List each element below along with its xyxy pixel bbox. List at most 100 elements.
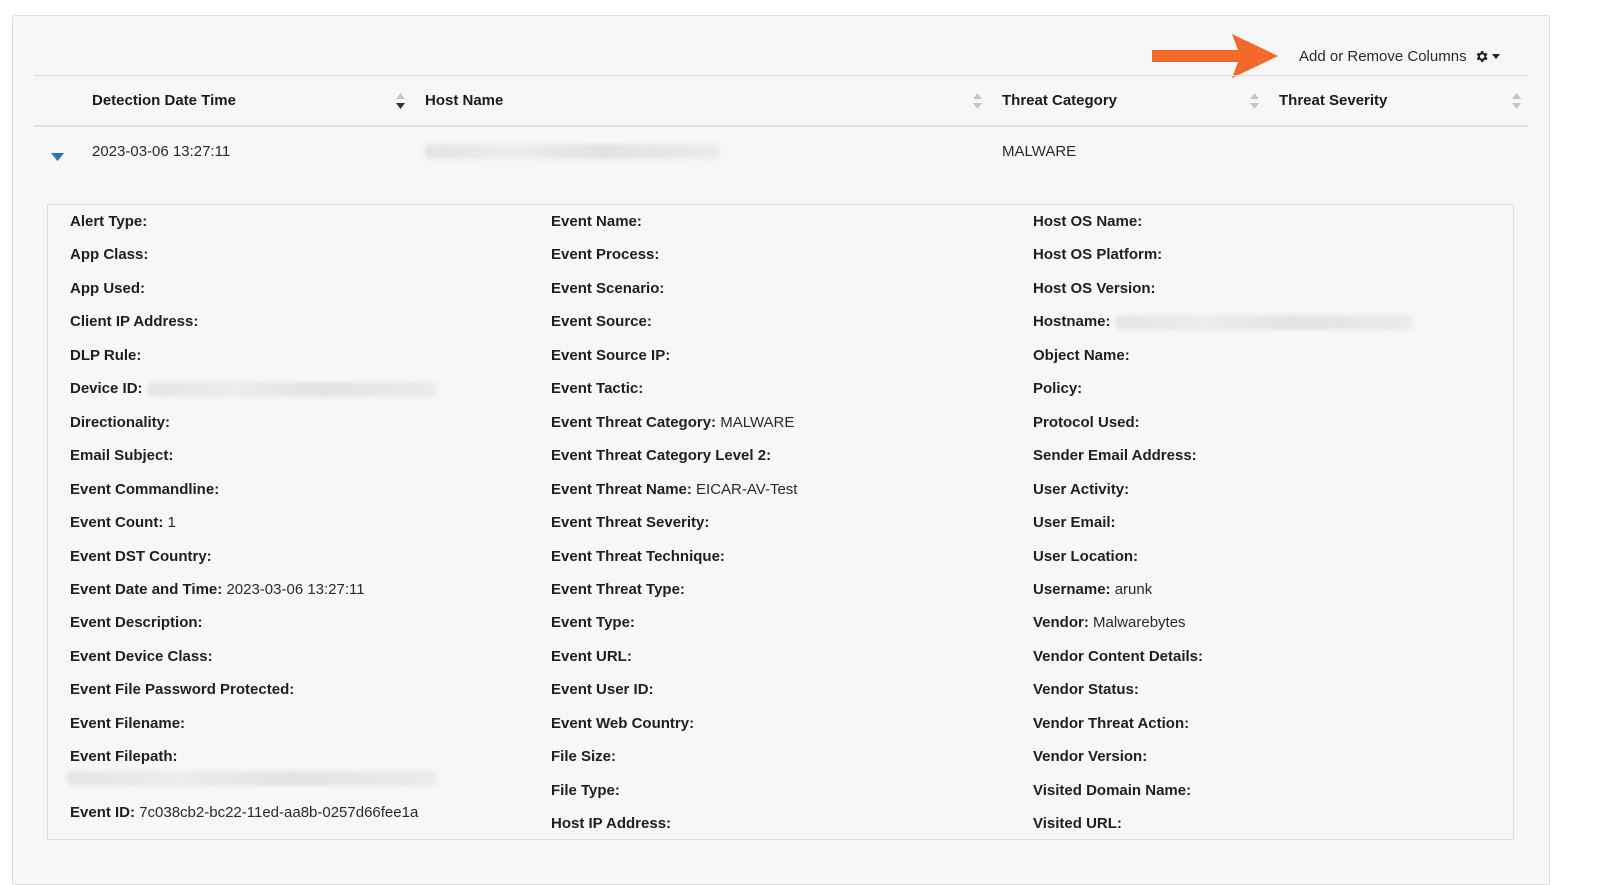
detail-label: DLP Rule: [70, 347, 142, 364]
detail-hostname: Hostname: [1033, 313, 1111, 330]
detail-visited-domain-name: Visited Domain Name: [1033, 782, 1191, 799]
detail-event-device-class: Event Device Class: [70, 648, 213, 665]
detail-label: Event Threat Category Level 2: [551, 447, 772, 464]
detail-label: Visited Domain Name: [1033, 782, 1192, 799]
detail-label: Alert Type: [70, 213, 148, 230]
detail-label: User Location: [1033, 548, 1139, 565]
detail-event-filepath: Event Filepath: [70, 748, 178, 765]
detail-label: Vendor Status: [1033, 681, 1139, 698]
detail-event-count: Event Count: 1 [70, 514, 176, 531]
detail-policy: Policy: [1033, 380, 1082, 397]
detail-label: Event Threat Technique: [551, 548, 725, 565]
detail-value: 7c038cb2-bc22-11ed-aa8b-0257d66fee1a [139, 804, 419, 821]
detail-label: Visited URL: [1033, 815, 1122, 832]
detail-visited-url: Visited URL: [1033, 815, 1122, 832]
detail-label: Device ID: [70, 380, 143, 397]
sort-icon[interactable] [1512, 93, 1521, 109]
redacted-hostname [1115, 315, 1413, 330]
redacted-device-id [147, 382, 437, 397]
detail-label: Event Web Country: [551, 715, 695, 732]
header-detection-date-time[interactable]: Detection Date Time [92, 92, 236, 109]
detail-label: Username: [1033, 581, 1111, 598]
detail-event-threat-name: Event Threat Name: EICAR-AV-Test [551, 481, 797, 498]
redacted-event-filepath [66, 771, 438, 786]
detail-value: EICAR-AV-Test [696, 481, 798, 498]
caret-down-icon [1491, 53, 1500, 59]
detail-user-activity: User Activity: [1033, 481, 1129, 498]
detail-label: Event Commandline: [70, 481, 220, 498]
detail-username: Username: arunk [1033, 581, 1152, 598]
detail-host-os-name: Host OS Name: [1033, 213, 1142, 230]
detail-vendor-threat-action: Vendor Threat Action: [1033, 715, 1189, 732]
detail-label: Object Name: [1033, 347, 1130, 364]
detail-event-threat-category: Event Threat Category: MALWARE [551, 414, 794, 431]
detail-label: Event Type: [551, 614, 635, 631]
detail-label: Event Name: [551, 213, 642, 230]
detail-file-size: File Size: [551, 748, 616, 765]
table-header-border [34, 125, 1528, 127]
detail-label: Vendor Content Details: [1033, 648, 1204, 665]
detail-label: App Used: [70, 280, 145, 297]
detail-event-process: Event Process: [551, 246, 659, 263]
detail-event-dst-country: Event DST Country: [70, 548, 212, 565]
detail-vendor: Vendor: Malwarebytes [1033, 614, 1186, 631]
detail-event-url: Event URL: [551, 648, 632, 665]
detail-label: Sender Email Address: [1033, 447, 1197, 464]
detail-label: Vendor Version: [1033, 748, 1148, 765]
detail-event-source-ip: Event Source IP: [551, 347, 670, 364]
header-threat-category[interactable]: Threat Category [1002, 92, 1117, 109]
detail-value: Malwarebytes [1093, 614, 1186, 631]
detail-host-os-platform: Host OS Platform: [1033, 246, 1162, 263]
detail-event-date-and-time: Event Date and Time: 2023-03-06 13:27:11 [70, 581, 365, 598]
detail-event-threat-severity: Event Threat Severity: [551, 514, 709, 531]
detail-label: Client IP Address: [70, 313, 199, 330]
detail-event-tactic: Event Tactic: [551, 380, 643, 397]
detail-alert-type: Alert Type: [70, 213, 147, 230]
detail-label: File Type: [551, 782, 620, 799]
detail-value: 1 [167, 514, 176, 531]
detail-label: Event Date and Time: [70, 581, 223, 598]
detail-label: Event Device Class: [70, 648, 213, 665]
detail-label: Event Process: [551, 246, 660, 263]
detail-label: Email Subject: [70, 447, 174, 464]
sort-icon[interactable] [973, 93, 982, 109]
detail-label: File Size: [551, 748, 617, 765]
header-threat-severity[interactable]: Threat Severity [1279, 92, 1387, 109]
detail-app-class: App Class: [70, 246, 148, 263]
detail-event-source: Event Source: [551, 313, 652, 330]
row-expand-toggle-icon[interactable] [51, 153, 64, 162]
detail-label: Event Threat Severity: [551, 514, 710, 531]
sort-desc-icon[interactable] [396, 93, 405, 109]
detail-event-threat-type: Event Threat Type: [551, 581, 685, 598]
detail-event-filename: Event Filename: [70, 715, 185, 732]
detail-vendor-version: Vendor Version: [1033, 748, 1147, 765]
detail-event-web-country: Event Web Country: [551, 715, 694, 732]
detail-label: Event Tactic: [551, 380, 644, 397]
detail-label: Directionality: [70, 414, 171, 431]
detail-label: Event File Password Protected: [70, 681, 295, 698]
detail-label: Protocol Used: [1033, 414, 1140, 431]
sort-icon[interactable] [1250, 93, 1259, 109]
detail-event-id: Event ID: 7c038cb2-bc22-11ed-aa8b-0257d6… [70, 804, 418, 821]
header-host-name[interactable]: Host Name [425, 92, 503, 109]
gear-icon[interactable] [1474, 49, 1500, 64]
add-remove-columns-label: Add or Remove Columns [1299, 47, 1467, 65]
add-remove-columns-button[interactable]: Add or Remove Columns [1299, 47, 1500, 65]
table-top-border [34, 75, 1528, 76]
detail-event-description: Event Description: [70, 614, 203, 631]
orange-arrow-icon [1152, 34, 1278, 78]
detail-value: MALWARE [720, 414, 795, 431]
row-detection-date-time: 2023-03-06 13:27:11 [92, 143, 231, 160]
detail-file-type: File Type: [551, 782, 620, 799]
detail-label: User Email: [1033, 514, 1116, 531]
alert-details-panel [47, 204, 1514, 840]
detail-label: Event Filename: [70, 715, 186, 732]
detail-label: Event Description: [70, 614, 203, 631]
detail-label: Host IP Address: [551, 815, 672, 832]
detail-label: Event Scenario: [551, 280, 665, 297]
detail-label: Event Filepath: [70, 748, 178, 765]
detail-vendor-status: Vendor Status: [1033, 681, 1139, 698]
detail-label: Event Count: [70, 514, 164, 531]
detail-app-used: App Used: [70, 280, 145, 297]
detail-sender-email-address: Sender Email Address: [1033, 447, 1197, 464]
